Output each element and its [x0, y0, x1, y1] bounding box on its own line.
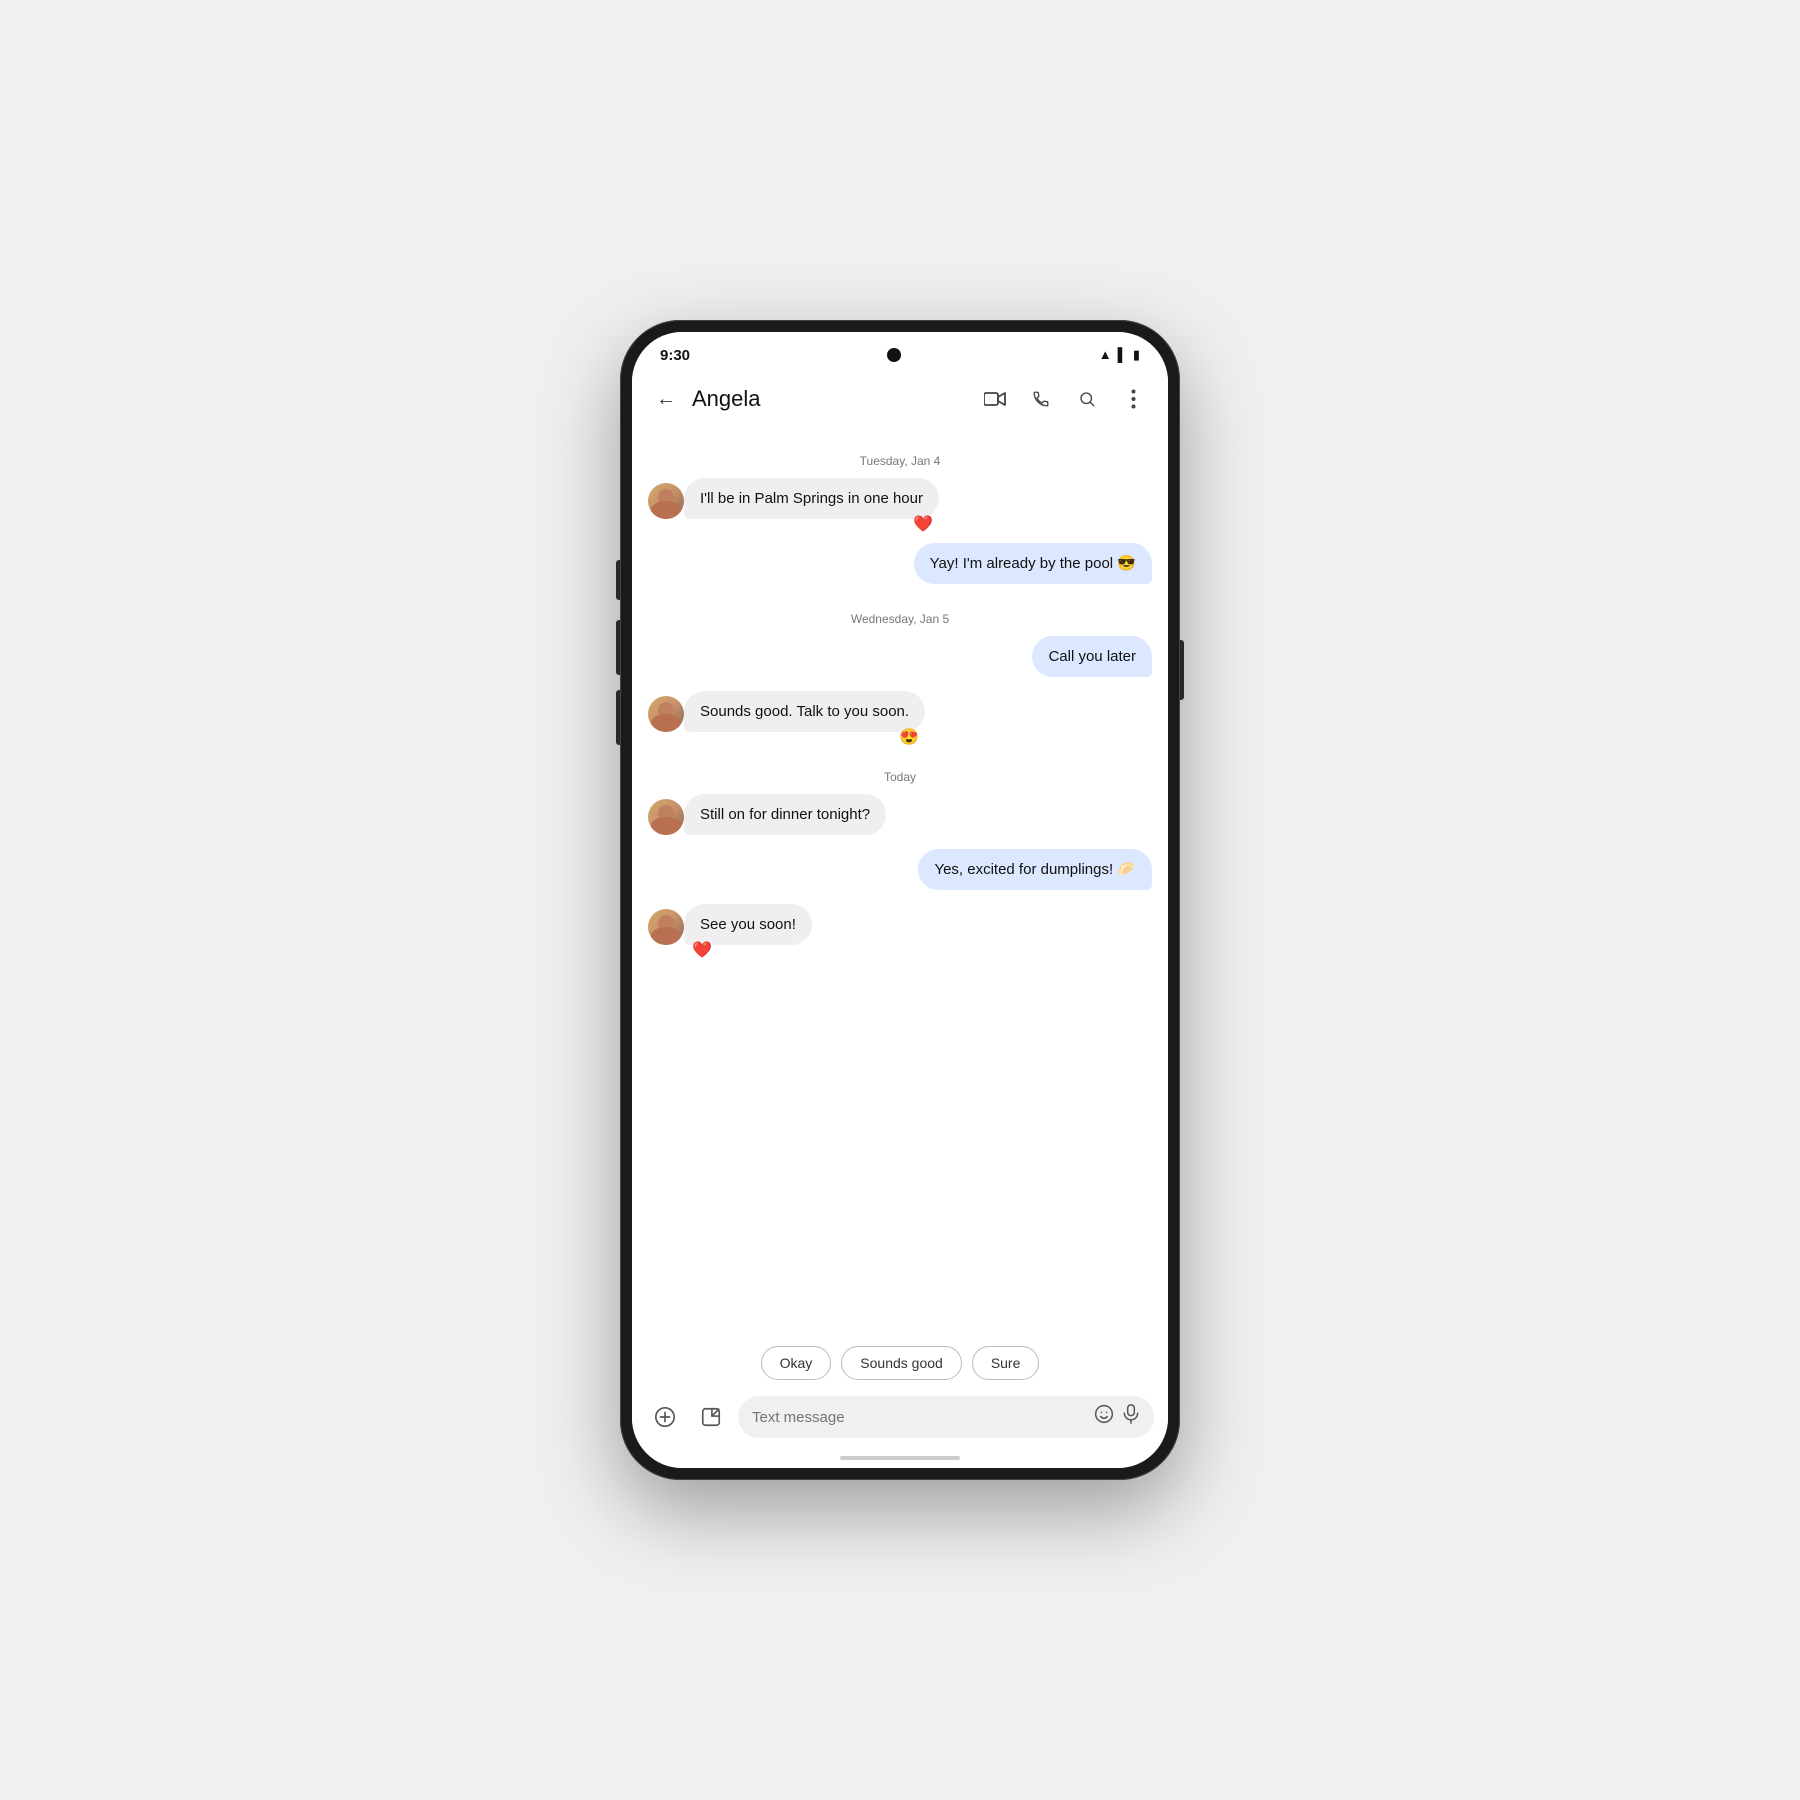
phone-call-button[interactable]	[1022, 380, 1060, 418]
reaction-emoji: ❤️	[692, 943, 712, 959]
reaction-emoji: 😍	[899, 730, 919, 746]
back-button[interactable]: ←	[648, 381, 684, 417]
emoji-button[interactable]	[1094, 1404, 1114, 1430]
message-text: See you soon!	[700, 916, 796, 933]
mic-icon	[1122, 1404, 1140, 1424]
text-input-area[interactable]	[738, 1396, 1154, 1438]
avatar	[648, 799, 684, 835]
quick-replies: Okay Sounds good Sure	[632, 1336, 1168, 1388]
message-row: Yay! I'm already by the pool 😎	[648, 543, 1152, 584]
camera-notch	[887, 348, 901, 362]
status-time: 9:30	[660, 347, 690, 364]
message-bubble-sent: Call you later	[1032, 636, 1152, 677]
message-row: Still on for dinner tonight?	[648, 794, 1152, 835]
bubble-wrap: Sounds good. Talk to you soon. 😍	[684, 691, 925, 732]
bubble-wrap: Still on for dinner tonight?	[684, 794, 886, 835]
home-indicator	[632, 1448, 1168, 1468]
date-divider-2: Wednesday, Jan 5	[648, 612, 1152, 626]
silent-button	[616, 560, 620, 600]
message-text: I'll be in Palm Springs in one hour	[700, 490, 923, 507]
date-divider-1: Tuesday, Jan 4	[648, 454, 1152, 468]
message-text: Call you later	[1048, 648, 1136, 665]
quick-reply-sure[interactable]: Sure	[972, 1346, 1040, 1380]
wifi-icon	[1099, 346, 1112, 364]
message-bubble-received: Sounds good. Talk to you soon. 😍	[684, 691, 925, 732]
more-icon	[1131, 389, 1136, 409]
message-bubble-received: I'll be in Palm Springs in one hour ❤️	[684, 478, 939, 519]
message-input[interactable]	[752, 1409, 1086, 1426]
phone-frame: 9:30 ← Angela	[620, 320, 1180, 1480]
add-icon	[654, 1406, 676, 1428]
video-call-icon	[984, 391, 1006, 407]
power-button	[1180, 640, 1184, 700]
phone-icon	[1032, 390, 1050, 408]
add-button[interactable]	[646, 1398, 684, 1436]
quick-reply-sounds-good[interactable]: Sounds good	[841, 1346, 962, 1380]
emoji-icon	[1094, 1404, 1114, 1424]
more-options-button[interactable]	[1114, 380, 1152, 418]
search-icon	[1078, 390, 1096, 408]
avatar	[648, 483, 684, 519]
bubble-wrap: Call you later	[1032, 636, 1152, 677]
message-text: Still on for dinner tonight?	[700, 806, 870, 823]
bubble-wrap: Yes, excited for dumplings! 🥟	[918, 849, 1152, 890]
message-bubble-received: See you soon! ❤️	[684, 904, 812, 945]
search-button[interactable]	[1068, 380, 1106, 418]
input-bar	[632, 1388, 1168, 1448]
sticker-button[interactable]	[692, 1398, 730, 1436]
reaction-emoji: ❤️	[913, 517, 933, 533]
battery-icon	[1133, 346, 1140, 364]
date-divider-3: Today	[648, 770, 1152, 784]
message-text: Yes, excited for dumplings! 🥟	[934, 861, 1136, 878]
message-row: Sounds good. Talk to you soon. 😍	[648, 691, 1152, 732]
volume-up-button	[616, 620, 620, 675]
mic-button[interactable]	[1122, 1404, 1140, 1430]
message-text: Yay! I'm already by the pool 😎	[930, 555, 1136, 572]
messages-area[interactable]: Tuesday, Jan 4 I'll be in Palm Springs i…	[632, 430, 1168, 1336]
home-bar	[840, 1456, 960, 1460]
back-arrow-icon: ←	[656, 388, 676, 411]
phone-screen: 9:30 ← Angela	[632, 332, 1168, 1468]
avatar	[648, 696, 684, 732]
message-text: Sounds good. Talk to you soon.	[700, 703, 909, 720]
video-call-button[interactable]	[976, 380, 1014, 418]
app-bar-actions	[976, 380, 1152, 418]
bubble-wrap: See you soon! ❤️	[684, 904, 812, 945]
quick-reply-okay[interactable]: Okay	[761, 1346, 832, 1380]
message-row: Call you later	[648, 636, 1152, 677]
message-bubble-sent: Yes, excited for dumplings! 🥟	[918, 849, 1152, 890]
message-bubble-received: Still on for dinner tonight?	[684, 794, 886, 835]
status-bar: 9:30	[632, 332, 1168, 372]
message-row: I'll be in Palm Springs in one hour ❤️	[648, 478, 1152, 519]
message-row: Yes, excited for dumplings! 🥟	[648, 849, 1152, 890]
message-bubble-sent: Yay! I'm already by the pool 😎	[914, 543, 1152, 584]
message-row: See you soon! ❤️	[648, 904, 1152, 945]
bubble-wrap: Yay! I'm already by the pool 😎	[914, 543, 1152, 584]
contact-name: Angela	[692, 386, 976, 412]
volume-down-button	[616, 690, 620, 745]
status-icons	[1099, 346, 1140, 364]
sticker-icon	[700, 1406, 722, 1428]
signal-icon	[1118, 346, 1127, 364]
app-bar: ← Angela	[632, 372, 1168, 430]
bubble-wrap: I'll be in Palm Springs in one hour ❤️	[684, 478, 939, 519]
avatar	[648, 909, 684, 945]
